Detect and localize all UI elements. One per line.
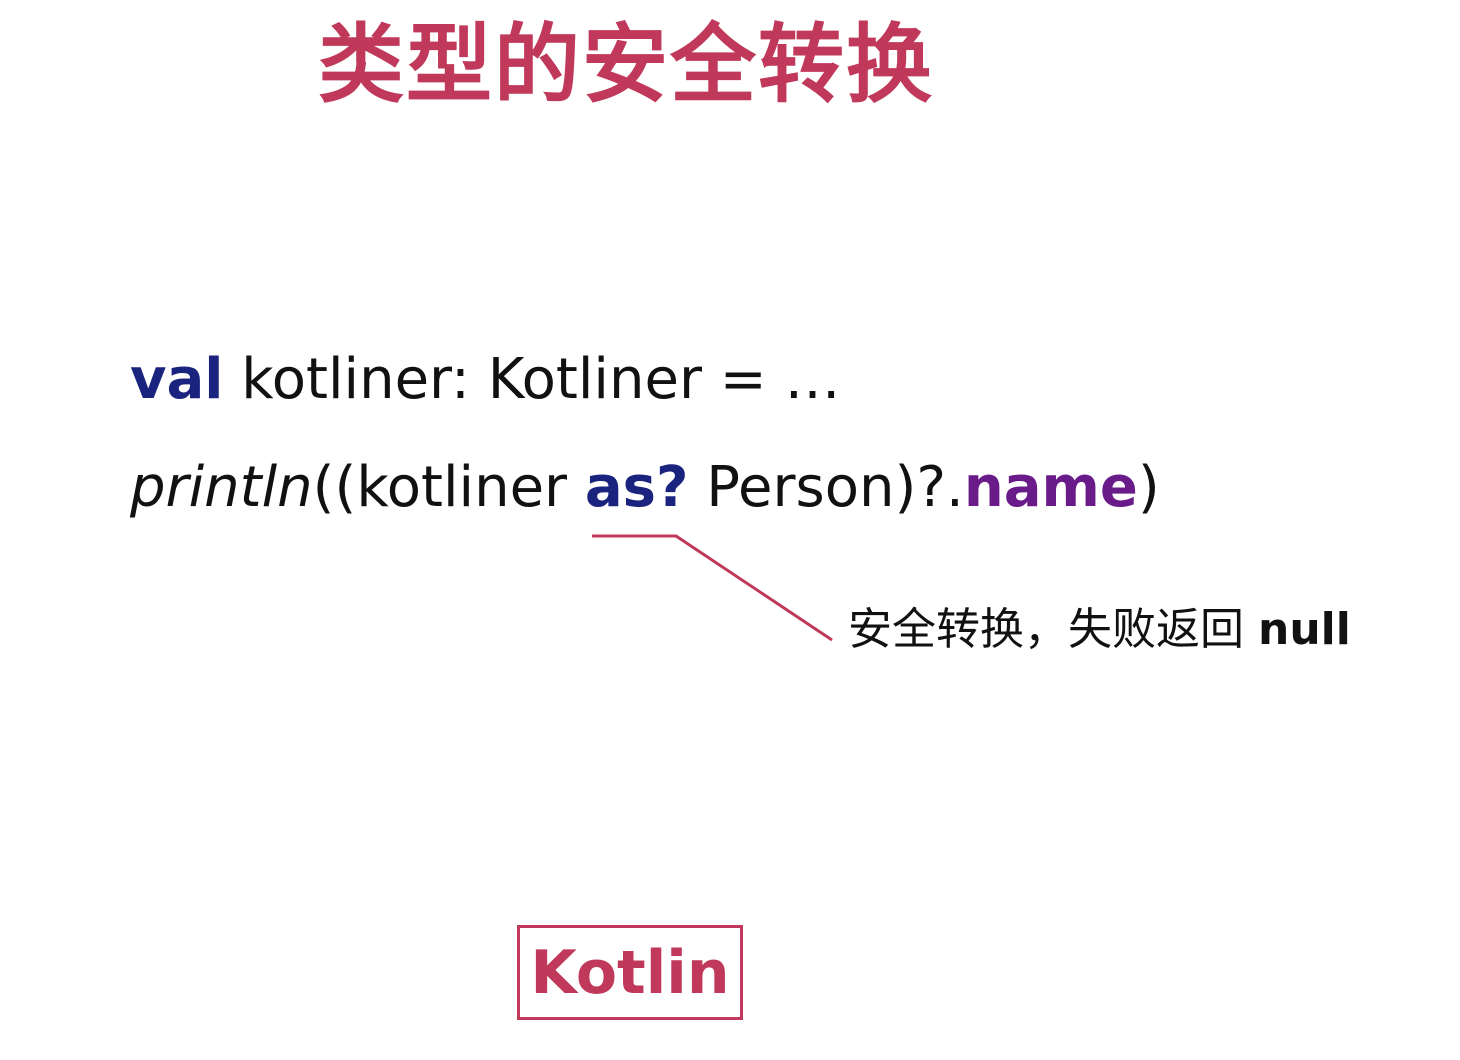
callout-annotation: 安全转换，失败返回 null (848, 604, 1351, 657)
code-text-a: ((kotliner (312, 455, 585, 520)
kotlin-logo-box: Kotlin (517, 925, 743, 1020)
callout-null: null (1258, 604, 1351, 655)
code-line-println: println((kotliner as? Person)?.name) (130, 454, 1160, 521)
callout-connector (592, 534, 833, 642)
code-text-b: Person)?. (688, 455, 964, 520)
keyword-as-safe: as? (584, 455, 689, 520)
property-name: name (963, 455, 1138, 520)
function-println: println (130, 455, 313, 520)
callout-text: 安全转换，失败返回 (848, 604, 1258, 655)
code-line-declaration: val kotliner: Kotliner = … (130, 346, 840, 413)
slide: 类型的安全转换 val kotliner: Kotliner = … print… (0, 0, 1460, 1060)
callout-line (592, 534, 833, 642)
slide-title: 类型的安全转换 (318, 15, 934, 115)
kotlin-logo-text: Kotlin (530, 937, 730, 1008)
declaration-text: kotliner: Kotliner = … (223, 347, 841, 412)
keyword-val: val (130, 347, 224, 412)
code-text-c: ) (1137, 455, 1160, 520)
